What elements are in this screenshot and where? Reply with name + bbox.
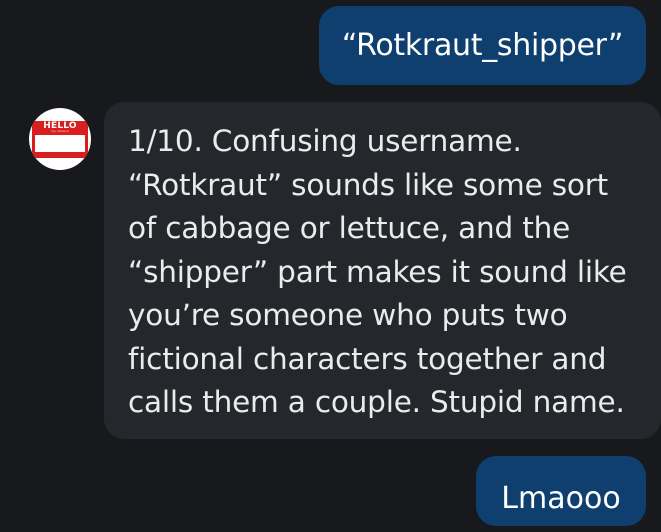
incoming-message-line: “Rotkraut” sounds like some sort bbox=[128, 167, 609, 202]
incoming-message-line: 1/10. Confusing username. bbox=[128, 124, 522, 158]
outgoing-message-text: “Rotkraut_shipper” bbox=[341, 28, 624, 63]
outgoing-message-bubble[interactable]: Lmaooo bbox=[476, 456, 646, 526]
incoming-message-line: “shipper” part makes it sound like bbox=[128, 254, 627, 289]
avatar-tag-subtext: my name is bbox=[51, 129, 69, 133]
incoming-message-line: fictional characters together and bbox=[128, 341, 607, 376]
incoming-message-line: you’re someone who puts two bbox=[128, 298, 568, 332]
hello-name-tag-icon: HELLO my name is bbox=[32, 121, 88, 158]
incoming-message-bubble[interactable]: 1/10. Confusing username. “Rotkraut” sou… bbox=[104, 102, 661, 439]
avatar[interactable]: HELLO my name is bbox=[29, 108, 91, 170]
avatar-tag-blank-area bbox=[35, 135, 85, 152]
outgoing-message-bubble[interactable]: “Rotkraut_shipper” bbox=[319, 6, 646, 85]
outgoing-message-text: Lmaooo bbox=[501, 481, 621, 516]
incoming-message-line: of cabbage or lettuce, and the bbox=[128, 211, 571, 245]
incoming-message-line: calls them a couple. Stupid name. bbox=[128, 385, 625, 419]
